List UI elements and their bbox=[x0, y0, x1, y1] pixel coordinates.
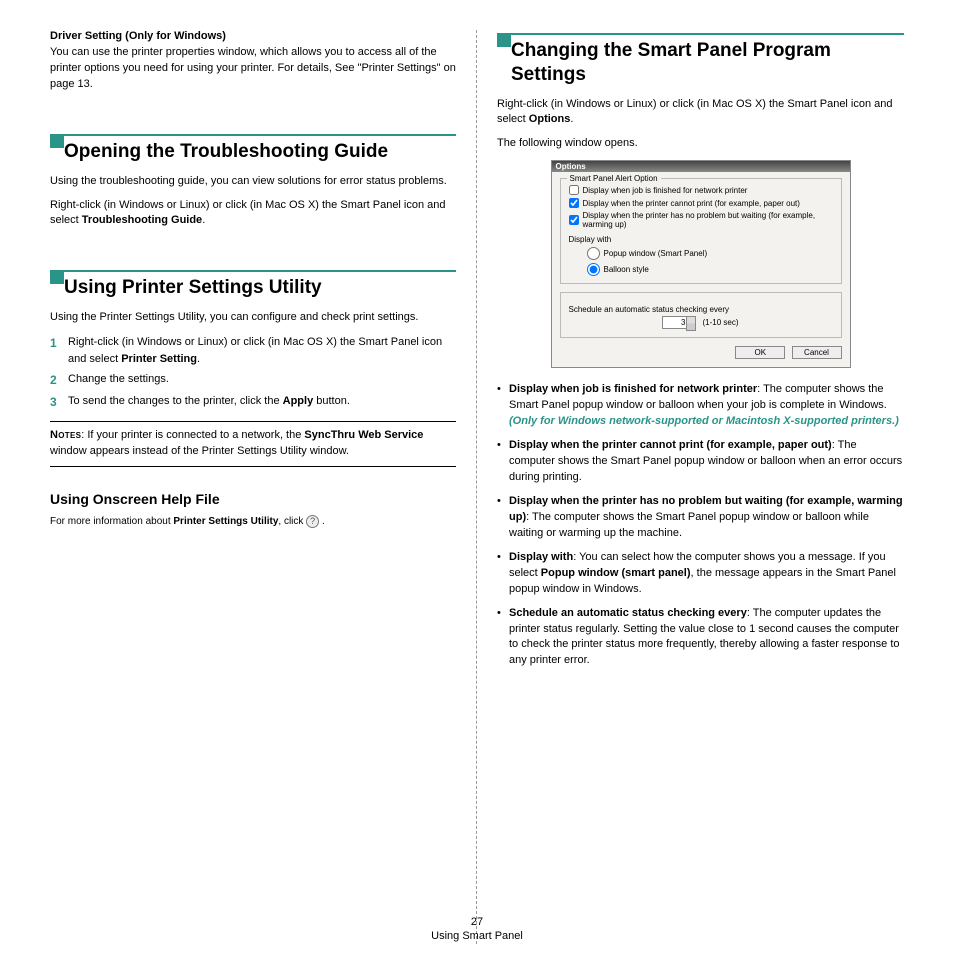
step-2: 2Change the settings. bbox=[50, 371, 456, 389]
heading-rule bbox=[64, 270, 456, 272]
cancel-button[interactable]: Cancel bbox=[792, 346, 842, 359]
options-dialog: Options Smart Panel Alert Option Display… bbox=[551, 160, 851, 368]
right-column: Changing the Smart Panel Program Setting… bbox=[477, 30, 924, 944]
heading-help-file: Using Onscreen Help File bbox=[50, 491, 456, 507]
left-column: Driver Setting (Only for Windows) You ca… bbox=[30, 30, 477, 944]
bullet-1: Display when job is finished for network… bbox=[497, 382, 904, 430]
driver-heading: Driver Setting (Only for Windows) bbox=[50, 30, 456, 42]
alert-fieldset: Smart Panel Alert Option Display when jo… bbox=[560, 178, 842, 284]
driver-body: You can use the printer properties windo… bbox=[50, 45, 456, 93]
heading-marker-icon bbox=[50, 134, 64, 148]
page: Driver Setting (Only for Windows) You ca… bbox=[0, 0, 954, 954]
interval-spinner[interactable]: 3 bbox=[662, 316, 688, 329]
ts-p1: Using the troubleshooting guide, you can… bbox=[50, 174, 456, 190]
footer-section: Using Smart Panel bbox=[0, 930, 954, 942]
schedule-fieldset: Schedule an automatic status checking ev… bbox=[560, 292, 842, 338]
bullet-list: Display when job is finished for network… bbox=[497, 382, 904, 669]
bullet-3: Display when the printer has no problem … bbox=[497, 494, 904, 542]
dialog-title: Options bbox=[552, 161, 850, 172]
fieldset-legend: Smart Panel Alert Option bbox=[567, 174, 661, 183]
bullet-5: Schedule an automatic status checking ev… bbox=[497, 606, 904, 670]
help-text: For more information about Printer Setti… bbox=[50, 515, 456, 530]
section-smart-panel: Changing the Smart Panel Program Setting… bbox=[497, 30, 904, 669]
display-with-label: Display with bbox=[569, 235, 833, 244]
note-teal: (Only for Windows network-supported or M… bbox=[509, 415, 899, 427]
bullet-4: Display with: You can select how the com… bbox=[497, 550, 904, 598]
ok-button[interactable]: OK bbox=[735, 346, 785, 359]
steps-list: 1Right-click (in Windows or Linux) or cl… bbox=[50, 334, 456, 411]
heading-troubleshooting: Opening the Troubleshooting Guide bbox=[64, 140, 456, 164]
checkbox-row-1[interactable]: Display when job is finished for network… bbox=[569, 185, 833, 195]
heading-smart-panel: Changing the Smart Panel Program Setting… bbox=[511, 39, 904, 87]
step-3: 3To send the changes to the printer, cli… bbox=[50, 393, 456, 411]
page-number: 27 bbox=[0, 916, 954, 928]
sp-p1: Right-click (in Windows or Linux) or cli… bbox=[497, 97, 904, 129]
heading-rule bbox=[64, 134, 456, 136]
radio-popup[interactable] bbox=[587, 247, 600, 260]
radio-row-1[interactable]: Popup window (Smart Panel) bbox=[587, 247, 833, 260]
dialog-buttons: OK Cancel bbox=[560, 346, 842, 359]
ts-p2: Right-click (in Windows or Linux) or cli… bbox=[50, 198, 456, 230]
radio-balloon[interactable] bbox=[587, 263, 600, 276]
checkbox-1[interactable] bbox=[569, 185, 579, 195]
heading-marker-icon bbox=[497, 33, 511, 47]
heading-printer-settings: Using Printer Settings Utility bbox=[64, 276, 456, 300]
schedule-label: Schedule an automatic status checking ev… bbox=[569, 305, 833, 314]
heading-marker-icon bbox=[50, 270, 64, 284]
notes-label: Notes bbox=[50, 429, 81, 441]
range-label: (1-10 sec) bbox=[702, 318, 738, 327]
step-1: 1Right-click (in Windows or Linux) or cl… bbox=[50, 334, 456, 367]
spinner-row: 3 (1-10 sec) bbox=[569, 316, 833, 329]
section-printer-settings: Using Printer Settings Utility Using the… bbox=[50, 267, 456, 529]
checkbox-row-2[interactable]: Display when the printer cannot print (f… bbox=[569, 198, 833, 208]
radio-row-2[interactable]: Balloon style bbox=[587, 263, 833, 276]
ps-p1: Using the Printer Settings Utility, you … bbox=[50, 310, 456, 326]
notes-box: Notes: If your printer is connected to a… bbox=[50, 421, 456, 467]
help-icon: ? bbox=[306, 515, 319, 528]
section-troubleshooting: Opening the Troubleshooting Guide Using … bbox=[50, 131, 456, 230]
page-footer: 27 Using Smart Panel bbox=[0, 916, 954, 942]
bullet-2: Display when the printer cannot print (f… bbox=[497, 438, 904, 486]
heading-rule bbox=[511, 33, 904, 35]
checkbox-3[interactable] bbox=[569, 215, 579, 225]
sp-p2: The following window opens. bbox=[497, 136, 904, 152]
checkbox-row-3[interactable]: Display when the printer has no problem … bbox=[569, 211, 833, 229]
checkbox-2[interactable] bbox=[569, 198, 579, 208]
